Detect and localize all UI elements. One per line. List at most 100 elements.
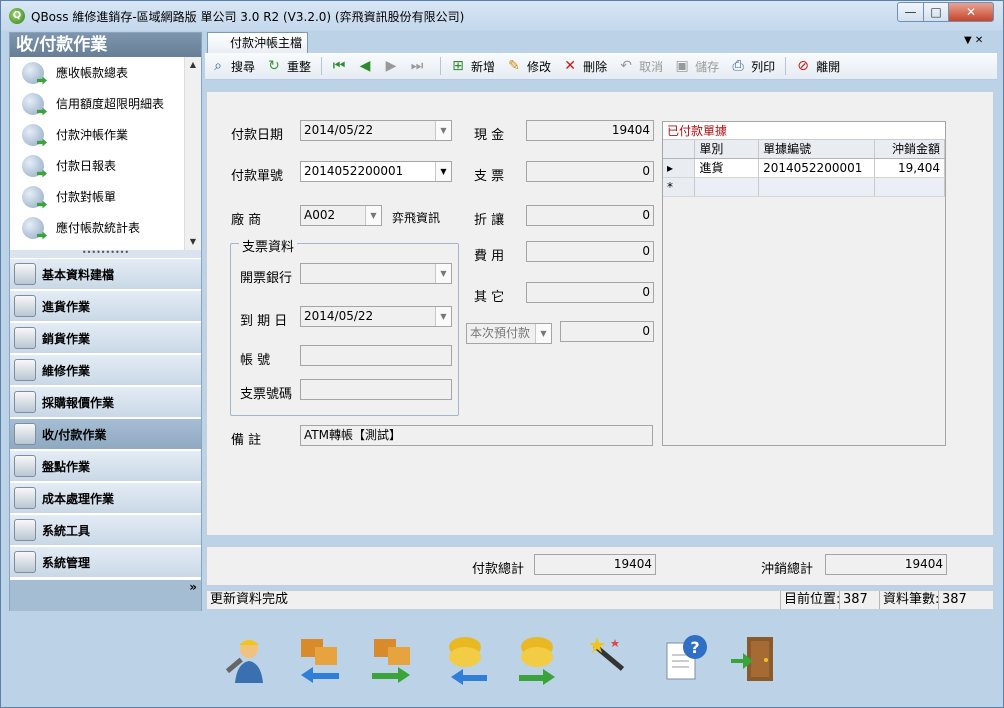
add-button[interactable]: ⊞ 新增 [449, 57, 495, 75]
group-sales[interactable]: 銷貨作業 [10, 322, 201, 353]
due-date-field[interactable]: 2014/05/22 ▼ [300, 306, 452, 327]
row-selector-header [663, 140, 696, 158]
status-message: 更新資料完成 [210, 592, 289, 607]
exit-stop-icon: ⊘ [797, 58, 809, 74]
nav-item-payment-daily[interactable]: 付款日報表 [10, 150, 201, 181]
cell-type[interactable]: 進貨 [695, 159, 760, 177]
check-no-label: 支票號碼 [240, 387, 293, 402]
delete-label: 刪除 [583, 59, 608, 74]
dropdown-arrow-icon[interactable]: ▼ [435, 121, 451, 140]
dropdown-arrow-icon[interactable]: ▼ [365, 206, 381, 225]
remark-field[interactable]: ATM轉帳【測試】 [300, 425, 653, 446]
col-header-number[interactable]: 單據編號 [759, 140, 875, 158]
toolbar-separator [321, 57, 323, 75]
table-row[interactable]: ▸ 進貨 2014052200001 19,404 [663, 159, 945, 178]
report-arrow-icon [22, 185, 44, 208]
fee-field[interactable]: 0 [526, 241, 654, 262]
search-button[interactable]: ⌕ 搜尋 [209, 57, 255, 75]
delete-button[interactable]: ✕ 刪除 [561, 57, 607, 75]
dropdown-arrow-icon[interactable]: ▼ [435, 162, 451, 181]
reset-button[interactable]: ↻ 重整 [265, 57, 311, 75]
dropdown-arrow-icon[interactable]: ▼ [435, 307, 451, 326]
undo-icon: ↶ [620, 58, 632, 74]
account-field[interactable] [300, 345, 452, 366]
new-row-cell[interactable] [875, 178, 945, 196]
group-payments[interactable]: 收/付款作業 [10, 418, 201, 449]
remark-label: 備 註 [231, 433, 262, 448]
nav-item-label: 信用額度超限明細表 [56, 97, 165, 111]
nav-item-payment-offset[interactable]: 付款沖帳作業 [10, 119, 201, 150]
group-system-tools[interactable]: 系統工具 [10, 514, 201, 545]
group-repair[interactable]: 維修作業 [10, 354, 201, 385]
new-row[interactable]: * [663, 178, 945, 197]
print-button[interactable]: ⎙ 列印 [729, 57, 776, 75]
last-record-button[interactable]: ⏭ [408, 57, 430, 75]
group-system-admin[interactable]: 系統管理 [10, 546, 201, 577]
new-row-cell[interactable] [695, 178, 760, 196]
other-field[interactable]: 0 [526, 282, 654, 303]
discount-field[interactable]: 0 [526, 205, 654, 226]
vendor-code-field[interactable]: A002 ▼ [300, 205, 382, 226]
bank-label: 開票銀行 [240, 271, 293, 286]
bank-field[interactable]: ▼ [300, 263, 452, 284]
repair-technician-icon[interactable] [221, 633, 273, 685]
minimize-button[interactable]: — [897, 2, 924, 22]
search-label: 搜尋 [231, 59, 256, 74]
vendor-label: 廠 商 [231, 213, 262, 228]
nav-item-label: 應收帳款總表 [56, 66, 129, 80]
cell-number[interactable]: 2014052200001 [759, 159, 875, 177]
prev-record-button[interactable]: ◀ [356, 57, 378, 75]
tab-window-controls[interactable]: ▼ ✕ [964, 35, 983, 46]
sales-return-icon[interactable] [366, 633, 418, 685]
new-row-cell[interactable] [759, 178, 875, 196]
scroll-up-icon[interactable]: ▲ [185, 57, 201, 73]
save-button[interactable]: ▣ 儲存 [673, 57, 719, 75]
close-button[interactable]: ✕ [948, 2, 994, 22]
group-procurement[interactable]: 採購報價作業 [10, 386, 201, 417]
purchase-return-icon[interactable] [293, 633, 345, 685]
next-record-button[interactable]: ▶ [382, 57, 404, 75]
magic-wand-icon[interactable] [585, 633, 637, 685]
scroll-down-icon[interactable]: ▼ [185, 234, 201, 250]
first-record-icon: ⏮ [332, 58, 346, 74]
delete-x-icon: ✕ [564, 58, 576, 74]
pay-date-field[interactable]: 2014/05/22 ▼ [300, 120, 452, 141]
nav-item-payment-statement[interactable]: 付款對帳單 [10, 181, 201, 212]
nav-item-payable-stats[interactable]: 應付帳款統計表 [10, 212, 201, 243]
vendor-code-value: A002 [304, 208, 336, 222]
nav-splitter[interactable]: •••••••••• [10, 249, 201, 258]
cell-amount[interactable]: 19,404 [875, 159, 945, 177]
exit-door-icon[interactable] [729, 633, 781, 685]
exit-label: 離開 [816, 59, 841, 74]
check-amount-field[interactable]: 0 [526, 161, 654, 182]
prepay-field[interactable]: 0 [560, 321, 654, 342]
edit-button[interactable]: ✎ 修改 [505, 57, 551, 75]
tab-payment-offset-master[interactable]: 付款沖帳主檔 [207, 32, 308, 53]
prepay-dropdown[interactable]: 本次預付款 ▼ [466, 323, 552, 344]
group-cost[interactable]: 成本處理作業 [10, 482, 201, 513]
cash-field[interactable]: 19404 [526, 120, 654, 141]
payable-coins-icon[interactable] [513, 633, 565, 685]
pay-no-field[interactable]: 2014052200001 ▼ [300, 161, 452, 182]
help-document-icon[interactable]: ? [661, 633, 713, 685]
nav-scrollbar[interactable]: ▲ ▼ [184, 57, 201, 250]
maximize-button[interactable]: □ [923, 2, 949, 22]
col-header-type[interactable]: 單別 [695, 140, 760, 158]
check-no-field[interactable] [300, 379, 452, 400]
nav-item-credit-limit[interactable]: 信用額度超限明細表 [10, 88, 201, 119]
nav-item-list: 應收帳款總表 信用額度超限明細表 付款沖帳作業 付款日報表 付款對帳單 應付帳款… [10, 57, 201, 250]
group-label: 維修作業 [42, 363, 91, 378]
first-record-button[interactable]: ⏮ [330, 57, 352, 75]
col-header-amount[interactable]: 沖銷金額 [875, 140, 945, 158]
expand-chevron-icon[interactable]: » [189, 581, 197, 593]
group-basic-data[interactable]: 基本資料建檔 [10, 258, 201, 289]
cancel-button[interactable]: ↶ 取消 [617, 57, 663, 75]
pencil-icon: ✎ [508, 58, 520, 74]
group-inventory-count[interactable]: 盤點作業 [10, 450, 201, 481]
receivable-coins-icon[interactable] [441, 633, 493, 685]
exit-button[interactable]: ⊘ 離開 [794, 57, 840, 75]
dropdown-arrow-icon[interactable]: ▼ [535, 324, 551, 343]
nav-item-receivable-summary[interactable]: 應收帳款總表 [10, 57, 201, 88]
dropdown-arrow-icon[interactable]: ▼ [435, 264, 451, 283]
group-purchase[interactable]: 進貨作業 [10, 290, 201, 321]
